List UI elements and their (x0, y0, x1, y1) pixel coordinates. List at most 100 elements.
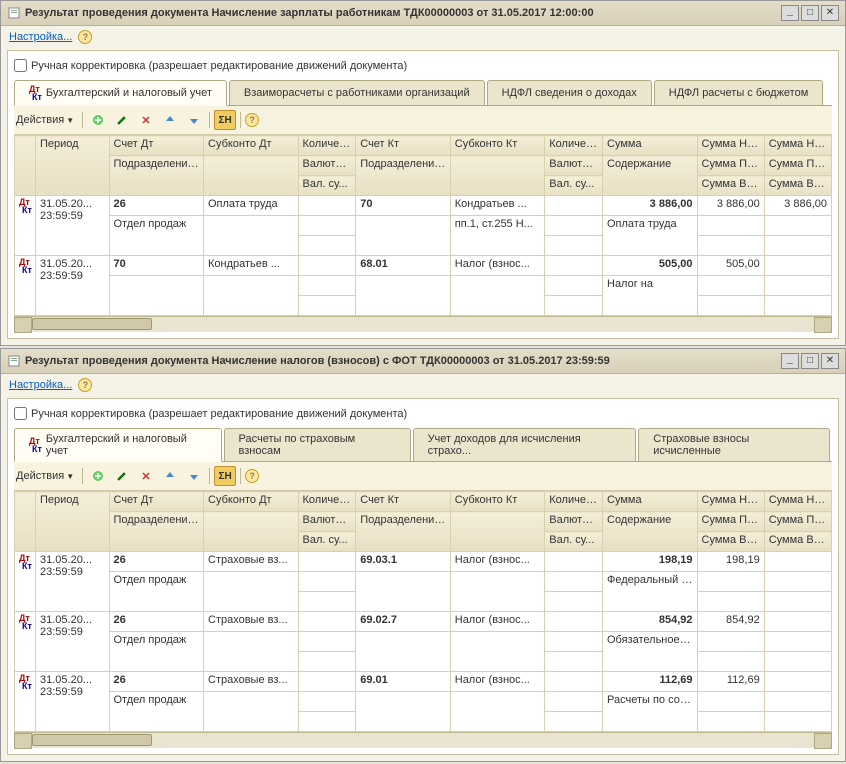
tab-insurance-computed[interactable]: Страховые взносы исчисленные (638, 428, 830, 461)
table-row[interactable]: Отдел продажФедеральный фонд ОМС (15, 572, 832, 592)
maximize-button[interactable]: □ (801, 5, 819, 21)
col-valsum-kt[interactable]: Вал. су... (545, 176, 603, 196)
tab-ndfl-budget[interactable]: НДФЛ расчеты с бюджетом (654, 80, 824, 105)
col-soder[interactable]: Содержание (603, 512, 698, 552)
col-schet-kt[interactable]: Счет Кт (356, 136, 451, 156)
col-period[interactable]: Период (36, 492, 110, 552)
col-vr-kt[interactable]: Сумма ВР Кт (764, 176, 831, 196)
col-podr-dt[interactable]: Подразделение Дт (109, 512, 204, 552)
close-button[interactable]: ✕ (821, 5, 839, 21)
delete-icon[interactable] (135, 466, 157, 486)
col-summa[interactable]: Сумма (603, 492, 698, 512)
col-pr-dt[interactable]: Сумма ПР ... (697, 156, 764, 176)
titlebar[interactable]: Результат проведения документа Начислени… (1, 1, 845, 26)
cell-vr-kt (764, 236, 831, 256)
minimize-button[interactable]: _ (781, 5, 799, 21)
col-pr-kt[interactable]: Сумма ПР Кт (764, 512, 831, 532)
tab-accounting[interactable]: ДтКт Бухгалтерский и налоговый учет (14, 428, 222, 462)
help-icon[interactable]: ? (78, 378, 92, 392)
actions-menu[interactable]: Действия▼ (16, 470, 74, 482)
table-row[interactable]: ДтКт31.05.20...23:59:5926Страховые вз...… (15, 552, 832, 572)
add-icon[interactable] (87, 110, 109, 130)
col-val-dt[interactable]: Валюта ... (298, 512, 356, 532)
col-nu-kt[interactable]: Сумма НУ Кт (764, 492, 831, 512)
manual-edit-checkbox[interactable] (14, 59, 27, 72)
col-summa[interactable]: Сумма (603, 136, 698, 156)
col-val-dt[interactable]: Валюта ... (298, 156, 356, 176)
help-icon[interactable]: ? (78, 30, 92, 44)
table-row[interactable]: Отдел продажРасчеты по социальному ... (15, 692, 832, 712)
settings-link[interactable]: Настройка... (9, 31, 72, 43)
col-podr-kt[interactable]: Подразделение Кт (356, 156, 451, 196)
cell-schet-kt: 69.01 (356, 672, 451, 692)
edit-icon[interactable] (111, 110, 133, 130)
close-button[interactable]: ✕ (821, 353, 839, 369)
cell-pr-kt (764, 692, 831, 712)
table-row[interactable]: ДтКт31.05.20...23:59:5970Кондратьев ...6… (15, 256, 832, 276)
table-row[interactable]: Отдел продажОбязательное пенсионное ... (15, 632, 832, 652)
tab-accounting[interactable]: ДтКт Бухгалтерский и налоговый учет (14, 80, 227, 106)
col-val-kt[interactable]: Валюта ... (545, 512, 603, 532)
minimize-button[interactable]: _ (781, 353, 799, 369)
col-schet-dt[interactable]: Счет Дт (109, 136, 204, 156)
tab-ndfl-income[interactable]: НДФЛ сведения о доходах (487, 80, 652, 105)
col-nu-dt[interactable]: Сумма НУ ... (697, 136, 764, 156)
col-qty-dt[interactable]: Количес... (298, 492, 356, 512)
col-sub-kt[interactable]: Субконто Кт (450, 136, 545, 156)
col-qty-kt[interactable]: Количес... (545, 136, 603, 156)
cell-period: 31.05.20...23:59:59 (36, 612, 110, 672)
actions-menu[interactable]: Действия▼ (16, 114, 74, 126)
maximize-button[interactable]: □ (801, 353, 819, 369)
col-valsum-dt[interactable]: Вал. су... (298, 176, 356, 196)
col-vr-kt[interactable]: Сумма ВР Кт (764, 532, 831, 552)
tab-income-acct[interactable]: Учет доходов для исчисления страхо... (413, 428, 637, 461)
col-schet-dt[interactable]: Счет Дт (109, 492, 204, 512)
col-val-kt[interactable]: Валюта ... (545, 156, 603, 176)
table-row[interactable]: ДтКт31.05.20...23:59:5926Страховые вз...… (15, 612, 832, 632)
tab-settlements[interactable]: Взаиморасчеты с работниками организаций (229, 80, 485, 105)
move-down-icon[interactable] (183, 466, 205, 486)
col-podr-dt[interactable]: Подразделение Дт (109, 156, 204, 196)
edit-icon[interactable] (111, 466, 133, 486)
col-sub-kt[interactable]: Субконто Кт (450, 492, 545, 512)
col-sub-dt[interactable]: Субконто Дт (204, 492, 299, 512)
col-soder[interactable]: Содержание (603, 156, 698, 196)
col-vr-dt[interactable]: Сумма ВР ... (697, 532, 764, 552)
table-row[interactable]: Налог на (15, 276, 832, 296)
col-valsum-kt[interactable]: Вал. су... (545, 532, 603, 552)
move-down-icon[interactable] (183, 110, 205, 130)
cell-podr-dt (109, 276, 204, 316)
col-nu-kt[interactable]: Сумма НУ Кт (764, 136, 831, 156)
col-podr-kt[interactable]: Подразделение Кт (356, 512, 451, 552)
cell-nu-dt: 198,19 (697, 552, 764, 572)
col-vr-dt[interactable]: Сумма ВР ... (697, 176, 764, 196)
table-row[interactable]: Отдел продажпп.1, ст.255 Н...Оплата труд… (15, 216, 832, 236)
horizontal-scrollbar[interactable] (14, 732, 832, 748)
col-period[interactable]: Период (36, 136, 110, 196)
tab-insurance-calc[interactable]: Расчеты по страховым взносам (224, 428, 411, 461)
titlebar[interactable]: Результат проведения документа Начислени… (1, 349, 845, 374)
col-schet-kt[interactable]: Счет Кт (356, 492, 451, 512)
col-qty-dt[interactable]: Количес... (298, 136, 356, 156)
toolbar-help-icon[interactable]: ? (245, 113, 259, 127)
col-nu-dt[interactable]: Сумма НУ ... (697, 492, 764, 512)
sum-icon[interactable]: ΣH (214, 110, 236, 130)
sum-icon[interactable]: ΣH (214, 466, 236, 486)
manual-edit-checkbox[interactable] (14, 407, 27, 420)
table-row[interactable]: ДтКт31.05.20...23:59:5926Оплата труда70К… (15, 196, 832, 216)
cell-empty (204, 216, 299, 256)
horizontal-scrollbar[interactable] (14, 316, 832, 332)
table-row[interactable]: ДтКт31.05.20...23:59:5926Страховые вз...… (15, 672, 832, 692)
add-icon[interactable] (87, 466, 109, 486)
col-valsum-dt[interactable]: Вал. су... (298, 532, 356, 552)
col-pr-kt[interactable]: Сумма ПР Кт (764, 156, 831, 176)
delete-icon[interactable] (135, 110, 157, 130)
col-qty-kt[interactable]: Количес... (545, 492, 603, 512)
move-up-icon[interactable] (159, 466, 181, 486)
settings-link[interactable]: Настройка... (9, 379, 72, 391)
move-up-icon[interactable] (159, 110, 181, 130)
toolbar-help-icon[interactable]: ? (245, 469, 259, 483)
col-sub-dt[interactable]: Субконто Дт (204, 136, 299, 156)
col-pr-dt[interactable]: Сумма ПР ... (697, 512, 764, 532)
cell-qty-kt (545, 256, 603, 276)
